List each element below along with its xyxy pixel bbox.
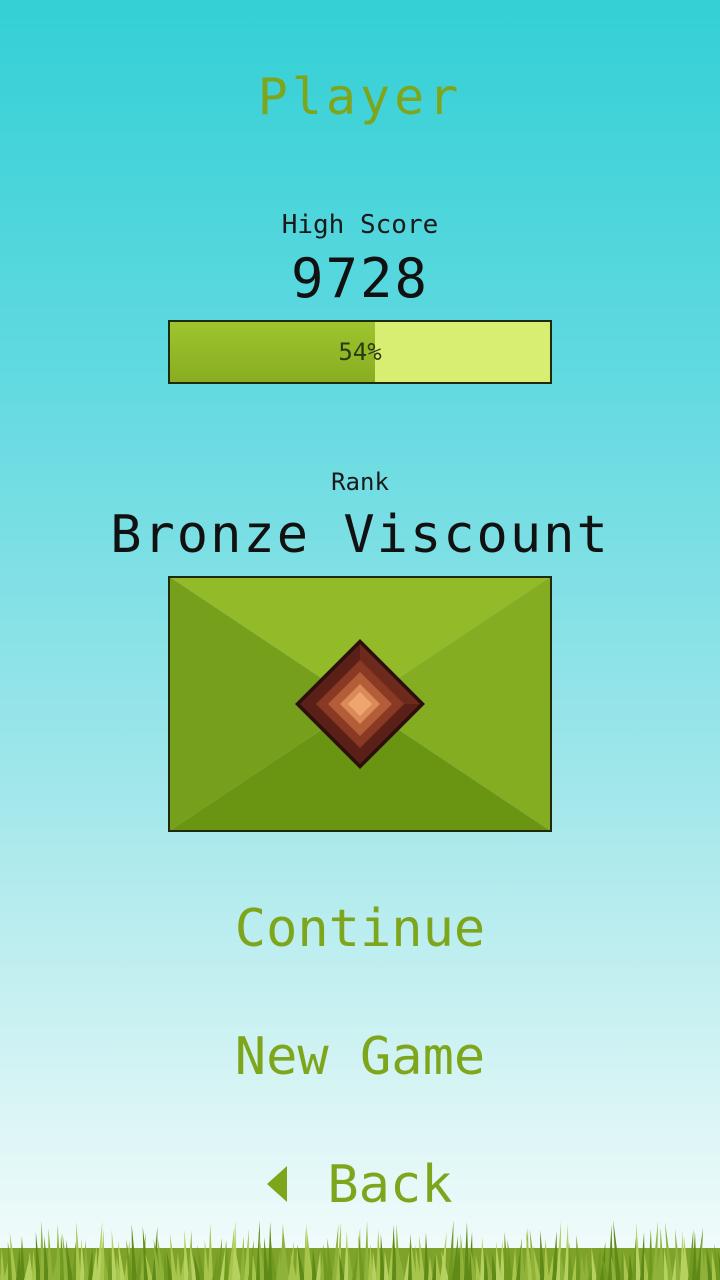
high-score-label: High Score: [281, 210, 439, 240]
player-name-title: Player: [257, 68, 463, 126]
score-progress-text: 54%: [338, 338, 382, 366]
player-profile-screen: Player High Score 9728 54% Rank Bronze V…: [0, 0, 720, 1280]
new-game-button[interactable]: New Game: [0, 1022, 720, 1092]
rank-name: Bronze Viscount: [110, 505, 610, 565]
high-score-value: 9728: [290, 247, 430, 310]
grass-decoration: [0, 1220, 720, 1280]
continue-button[interactable]: Continue: [0, 894, 720, 964]
back-button[interactable]: Back: [0, 1150, 720, 1220]
left-triangle-arrow-icon: [267, 1166, 288, 1202]
rank-label: Rank: [331, 468, 389, 496]
score-progress-bar: 54%: [168, 320, 552, 384]
back-button-label: Back: [327, 1155, 453, 1215]
rank-badge-panel: [168, 576, 552, 832]
